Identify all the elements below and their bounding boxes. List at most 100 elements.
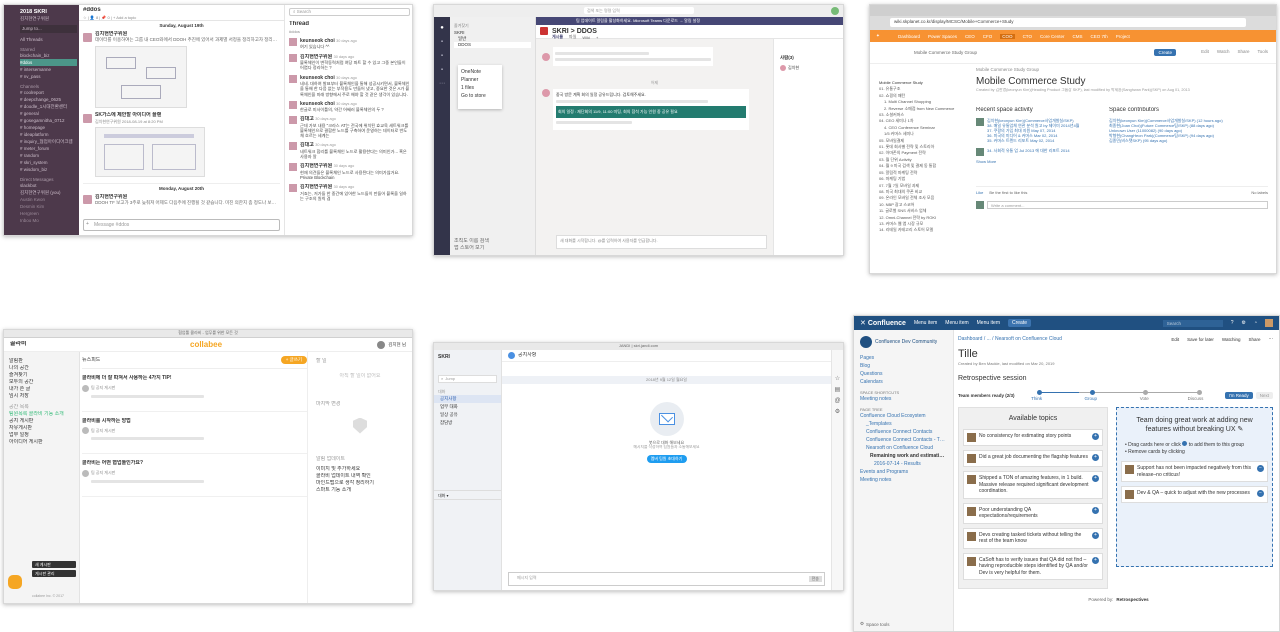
side-link-calendars[interactable]: Calendars <box>860 378 947 386</box>
message-author[interactable]: keunseok choi <box>300 75 335 81</box>
feed-post[interactable]: 콜라비는 어떤 협업툴인가요? 팀 공지 게시판 <box>82 454 307 497</box>
group-title[interactable]: Team doing great work at adding new feat… <box>1121 412 1268 438</box>
next-button[interactable]: Next <box>1255 391 1273 399</box>
message-author[interactable]: SK가스에 제안할 아이디어 플랜 <box>95 112 163 119</box>
topic-card[interactable]: Devs creating tasked tickets without tel… <box>963 527 1103 549</box>
nav-item[interactable]: Project <box>1116 34 1130 39</box>
room-title[interactable]: 공지사항 <box>518 352 536 359</box>
add-icon[interactable]: + <box>1092 556 1099 564</box>
tree-item[interactable]: _Templates <box>860 420 947 428</box>
im-ready-button[interactable]: I'm Ready <box>1224 391 1253 399</box>
side-item[interactable]: 즐겨찾기 <box>9 372 74 379</box>
compose-box[interactable]: 새 대화를 시작합니다. @를 입력하여 사용자를 언급합니다. <box>556 235 767 249</box>
invite-button[interactable]: 멤버 팀원 초대하기 <box>646 455 687 464</box>
side-item[interactable]: 임시 저장 <box>9 393 74 400</box>
more-icon[interactable]: ⋯ <box>434 77 450 91</box>
space-tools-link[interactable]: ⚙ Space tools <box>860 621 890 627</box>
nav-menu-item[interactable]: Menu item <box>977 320 1000 326</box>
nav-item[interactable]: CFO <box>983 34 993 39</box>
channel-item[interactable]: # nv_pass <box>20 73 77 80</box>
like-button[interactable]: Like <box>976 190 983 195</box>
comment-input[interactable]: Write a comment... <box>987 200 1268 209</box>
remove-icon[interactable]: − <box>1257 490 1264 498</box>
message-author[interactable]: 김대고 <box>300 116 314 122</box>
add-icon[interactable]: + <box>1092 433 1099 441</box>
watch-button[interactable]: Watch <box>1217 49 1230 54</box>
jump-to-button[interactable]: Jump to... <box>20 24 77 33</box>
channel-item[interactable]: # intersemanne <box>20 66 77 73</box>
create-button[interactable]: Create <box>1007 319 1031 327</box>
post-title[interactable]: 콜라비는 어떤 협업툴인가요? <box>82 460 307 467</box>
new-post-button[interactable]: + 글쓰기 <box>280 356 307 364</box>
member-name[interactable]: 김치현 <box>788 65 799 70</box>
channel-item[interactable]: # coolreport <box>20 89 77 96</box>
note-item[interactable]: 콜라비 업데이트 내역 확인 <box>316 473 404 480</box>
teams-icon[interactable]: ▪ <box>434 49 450 63</box>
message-input[interactable]: + Message #ddos <box>83 219 280 231</box>
app-store-link[interactable]: 앱 스토어 보기 <box>454 245 489 252</box>
edit-button[interactable]: Edit <box>1171 337 1179 342</box>
files-icon[interactable]: ▪ <box>434 63 450 77</box>
dm-item[interactable]: 김치현연구위원 (you) <box>20 189 77 196</box>
create-button[interactable]: Create <box>1154 49 1176 56</box>
dm-section[interactable]: 대화 ▾ <box>434 490 501 500</box>
menu-item[interactable]: Planner <box>461 76 499 84</box>
nav-item[interactable]: Dashboard <box>898 34 920 39</box>
topic-card[interactable]: Did a great job documenting the flagship… <box>963 450 1103 468</box>
space-item[interactable]: 팀원목록 콜라비 기능 소개 <box>9 411 74 418</box>
workspace-name[interactable]: 콜라비 <box>10 341 27 349</box>
add-icon[interactable]: + <box>1092 475 1099 483</box>
tree-item[interactable]: Nearsoft on Confluence Cloud <box>860 444 947 452</box>
settings-icon[interactable]: ⚙ <box>1241 320 1245 326</box>
side-item[interactable]: 내가 쓴 글 <box>9 386 74 393</box>
feed-post[interactable]: 콜라비에 더 잘 따져서 사용하는 4가지 TIP! 팀 공지 게시판 <box>82 369 307 412</box>
nav-item[interactable]: CEO <box>965 34 975 39</box>
channel-item[interactable]: # wisdom_biz <box>20 166 77 173</box>
post-title[interactable]: 콜라비를 시작하는 방법 <box>82 418 307 425</box>
search-input[interactable]: ⌕ Search <box>289 8 410 16</box>
nav-item[interactable]: Power Spaces <box>928 34 957 39</box>
tree-item-current[interactable]: Remaining work and estimations <box>860 452 947 460</box>
space-item[interactable]: 업무 일정 <box>9 432 74 439</box>
highlight-card[interactable]: 회의 일정 : 재단회의 11/9, 11:00 미팅, 회의 참석 가능 인원… <box>556 106 746 118</box>
channel-item[interactable]: DDOS <box>454 41 531 48</box>
channel-item[interactable]: # general <box>20 110 77 117</box>
channel-item[interactable]: #ddos <box>20 58 77 66</box>
nav-menu-item[interactable]: Menu item <box>914 320 937 326</box>
team-name[interactable]: SKRI <box>434 350 501 365</box>
menu-item[interactable]: 1 files <box>461 84 499 92</box>
note-item[interactable]: 이미지 및 추가하세요 <box>316 466 404 473</box>
team-name[interactable]: 2018 SKRI <box>20 9 77 16</box>
space-item[interactable]: 자유게시판 <box>9 425 74 432</box>
nav-menu-item[interactable]: Menu item <box>945 320 968 326</box>
plus-icon[interactable]: + <box>86 221 89 227</box>
org-search-link[interactable]: 조직도 이름 검색 <box>454 238 489 245</box>
thread-channel[interactable]: #ddos <box>289 29 410 34</box>
channel-item[interactable]: # homepage <box>20 124 77 131</box>
post-title[interactable]: 콜라비에 더 잘 따져서 사용하는 4가지 TIP! <box>82 375 307 382</box>
topic-card[interactable]: Support has not been impacted negatively… <box>1121 461 1268 483</box>
channel-item[interactable]: # gosegamnitha_0712 <box>20 117 77 124</box>
note-item[interactable]: 스마트 기능 소개 <box>316 487 404 494</box>
tree-item[interactable]: Confluence Connect Contacts <box>860 428 947 436</box>
space-item[interactable]: 공지 게시판 <box>9 418 74 425</box>
chat-icon[interactable] <box>8 575 22 589</box>
message-author[interactable]: keunseok choi <box>300 38 335 44</box>
user-link[interactable]: 김치현(keonyun Kim)(Commerce사업개발실/SKP) <box>987 118 1079 123</box>
chat-icon[interactable]: ▪ <box>434 35 450 49</box>
dm-item[interactable]: Inboo Mo <box>20 217 77 224</box>
topic-card[interactable]: Dev & QA – quick to adjust with the new … <box>1121 486 1268 504</box>
tools-button[interactable]: Tools <box>1257 49 1268 54</box>
confluence-logo[interactable]: ✕ Confluence <box>860 319 906 327</box>
step-group[interactable]: Group <box>1085 396 1098 401</box>
nav-item[interactable]: COO <box>1000 33 1015 39</box>
add-icon[interactable]: + <box>1092 454 1099 462</box>
side-link-blog[interactable]: Blog <box>860 362 947 370</box>
channel-item[interactable]: blockchain_biz <box>20 52 77 59</box>
tree-item[interactable]: Meeting notes <box>860 476 947 484</box>
feed-post[interactable]: 콜라비를 시작하는 방법 팀 공지 게시판 <box>82 412 307 454</box>
logo-icon[interactable]: ✦ <box>876 33 890 39</box>
help-icon[interactable]: ? <box>1231 320 1234 326</box>
topic-card[interactable]: No consistency for estimating story poin… <box>963 429 1103 447</box>
add-icon[interactable] <box>1182 441 1188 447</box>
